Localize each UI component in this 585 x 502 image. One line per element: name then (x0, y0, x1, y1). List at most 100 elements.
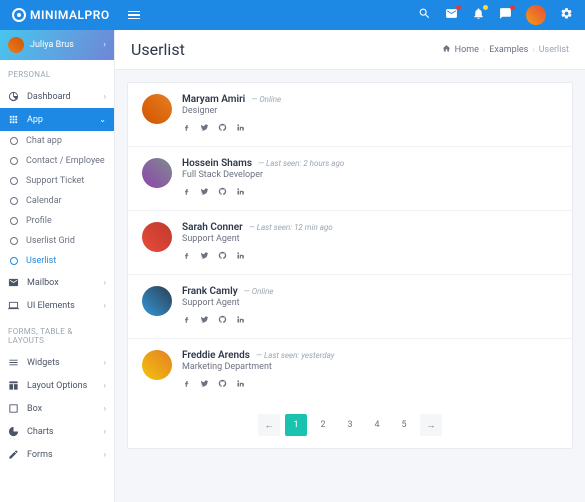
user-panel-avatar (8, 37, 24, 53)
twitter-icon[interactable] (200, 250, 209, 263)
nav-label: Forms (27, 450, 96, 460)
chevron-right-icon: › (104, 404, 106, 413)
bc-current: Userlist (539, 45, 569, 55)
sub-chat[interactable]: Chat app (0, 131, 114, 151)
content: Userlist Home › Examples › Userlist Mary… (115, 30, 585, 502)
user-name[interactable]: Sarah Conner (182, 222, 243, 233)
search-icon[interactable] (418, 7, 431, 23)
user-name[interactable]: Maryam Amiri (182, 94, 245, 105)
sub-label: Contact / Employee (26, 156, 105, 166)
twitter-icon[interactable] (200, 122, 209, 135)
user-name[interactable]: Frank Camly (182, 286, 238, 297)
user-row: Hossein Shams— Last seen: 2 hours agoFul… (128, 147, 572, 211)
user-row: Sarah Conner— Last seen: 12 min agoSuppo… (128, 211, 572, 275)
linkedin-icon[interactable] (236, 250, 245, 263)
chevron-right-icon: › (104, 427, 106, 436)
page-next[interactable]: → (420, 414, 442, 436)
user-avatar[interactable] (142, 350, 172, 380)
user-status: — Last seen: yesterday (256, 351, 335, 360)
user-panel-name: Juliya Brus (30, 40, 97, 50)
sub-userlist[interactable]: Userlist (0, 251, 114, 271)
page-prev[interactable]: ← (258, 414, 280, 436)
github-icon[interactable] (218, 250, 227, 263)
linkedin-icon[interactable] (236, 378, 245, 391)
chevron-right-icon: › (104, 358, 106, 367)
nav-label: Widgets (27, 358, 96, 368)
home-icon[interactable] (442, 44, 451, 56)
chevron-right-icon: › (104, 92, 106, 101)
user-row: Frank Camly— OnlineSupport Agent (128, 275, 572, 339)
page-1[interactable]: 1 (285, 414, 307, 436)
page-2[interactable]: 2 (312, 414, 334, 436)
nav-box[interactable]: Box › (0, 397, 114, 420)
twitter-icon[interactable] (200, 314, 209, 327)
facebook-icon[interactable] (182, 314, 191, 327)
nav-ui[interactable]: UI Elements › (0, 294, 114, 317)
brand[interactable]: MINIMALPRO (12, 8, 110, 22)
settings-icon[interactable] (560, 7, 573, 23)
user-socials (182, 186, 558, 199)
sub-profile[interactable]: Profile (0, 211, 114, 231)
nav-label: UI Elements (27, 301, 96, 311)
user-socials (182, 378, 558, 391)
nav-widgets[interactable]: Widgets › (0, 351, 114, 374)
nav-dashboard[interactable]: Dashboard › (0, 85, 114, 108)
user-avatar[interactable] (142, 94, 172, 124)
page-4[interactable]: 4 (366, 414, 388, 436)
nav-charts[interactable]: Charts › (0, 420, 114, 443)
user-role: Marketing Department (182, 362, 558, 372)
circle-icon (10, 137, 18, 145)
chat-icon[interactable] (499, 7, 512, 23)
user-role: Full Stack Developer (182, 170, 558, 180)
sub-contact[interactable]: Contact / Employee (0, 151, 114, 171)
layout-icon (8, 380, 19, 391)
bc-home-label[interactable]: Home (455, 45, 479, 55)
user-name[interactable]: Freddie Arends (182, 350, 250, 361)
linkedin-icon[interactable] (236, 314, 245, 327)
page-3[interactable]: 3 (339, 414, 361, 436)
user-status: — Last seen: 12 min ago (249, 223, 333, 232)
pagination: ← 1 2 3 4 5 → (128, 402, 572, 448)
user-avatar[interactable] (142, 158, 172, 188)
sub-label: Calendar (26, 196, 62, 206)
nav-app[interactable]: App ⌄ (0, 108, 114, 131)
github-icon[interactable] (218, 122, 227, 135)
user-avatar[interactable] (526, 5, 546, 25)
sub-label: Userlist Grid (26, 236, 75, 246)
nav-label: App (27, 115, 91, 125)
page-5[interactable]: 5 (393, 414, 415, 436)
bc-examples[interactable]: Examples (489, 45, 528, 55)
twitter-icon[interactable] (200, 378, 209, 391)
linkedin-icon[interactable] (236, 122, 245, 135)
user-avatar[interactable] (142, 222, 172, 252)
nav-layout[interactable]: Layout Options › (0, 374, 114, 397)
circle-icon (10, 237, 18, 245)
nav-mailbox[interactable]: Mailbox › (0, 271, 114, 294)
twitter-icon[interactable] (200, 186, 209, 199)
nav-forms[interactable]: Forms › (0, 443, 114, 466)
section-forms: FORMS, TABLE & LAYOUTS (0, 317, 114, 351)
facebook-icon[interactable] (182, 186, 191, 199)
github-icon[interactable] (218, 378, 227, 391)
facebook-icon[interactable] (182, 122, 191, 135)
bell-icon[interactable] (472, 7, 485, 23)
menu-toggle-button[interactable] (128, 9, 140, 22)
github-icon[interactable] (218, 314, 227, 327)
github-icon[interactable] (218, 186, 227, 199)
sub-grid[interactable]: Userlist Grid (0, 231, 114, 251)
dashboard-icon (8, 91, 19, 102)
linkedin-icon[interactable] (236, 186, 245, 199)
sub-label: Support Ticket (26, 176, 84, 186)
mail-icon[interactable] (445, 7, 458, 23)
facebook-icon[interactable] (182, 378, 191, 391)
user-panel[interactable]: Juliya Brus › (0, 30, 114, 60)
chevron-right-icon: › (104, 301, 106, 310)
user-row: Freddie Arends — Last seen: yesterday Mark… (128, 339, 572, 402)
facebook-icon[interactable] (182, 250, 191, 263)
sub-calendar[interactable]: Calendar (0, 191, 114, 211)
sub-label: Chat app (26, 136, 62, 146)
breadcrumb: Home › Examples › Userlist (442, 44, 569, 56)
user-name[interactable]: Hossein Shams (182, 158, 252, 169)
user-avatar[interactable] (142, 286, 172, 316)
sub-ticket[interactable]: Support Ticket (0, 171, 114, 191)
